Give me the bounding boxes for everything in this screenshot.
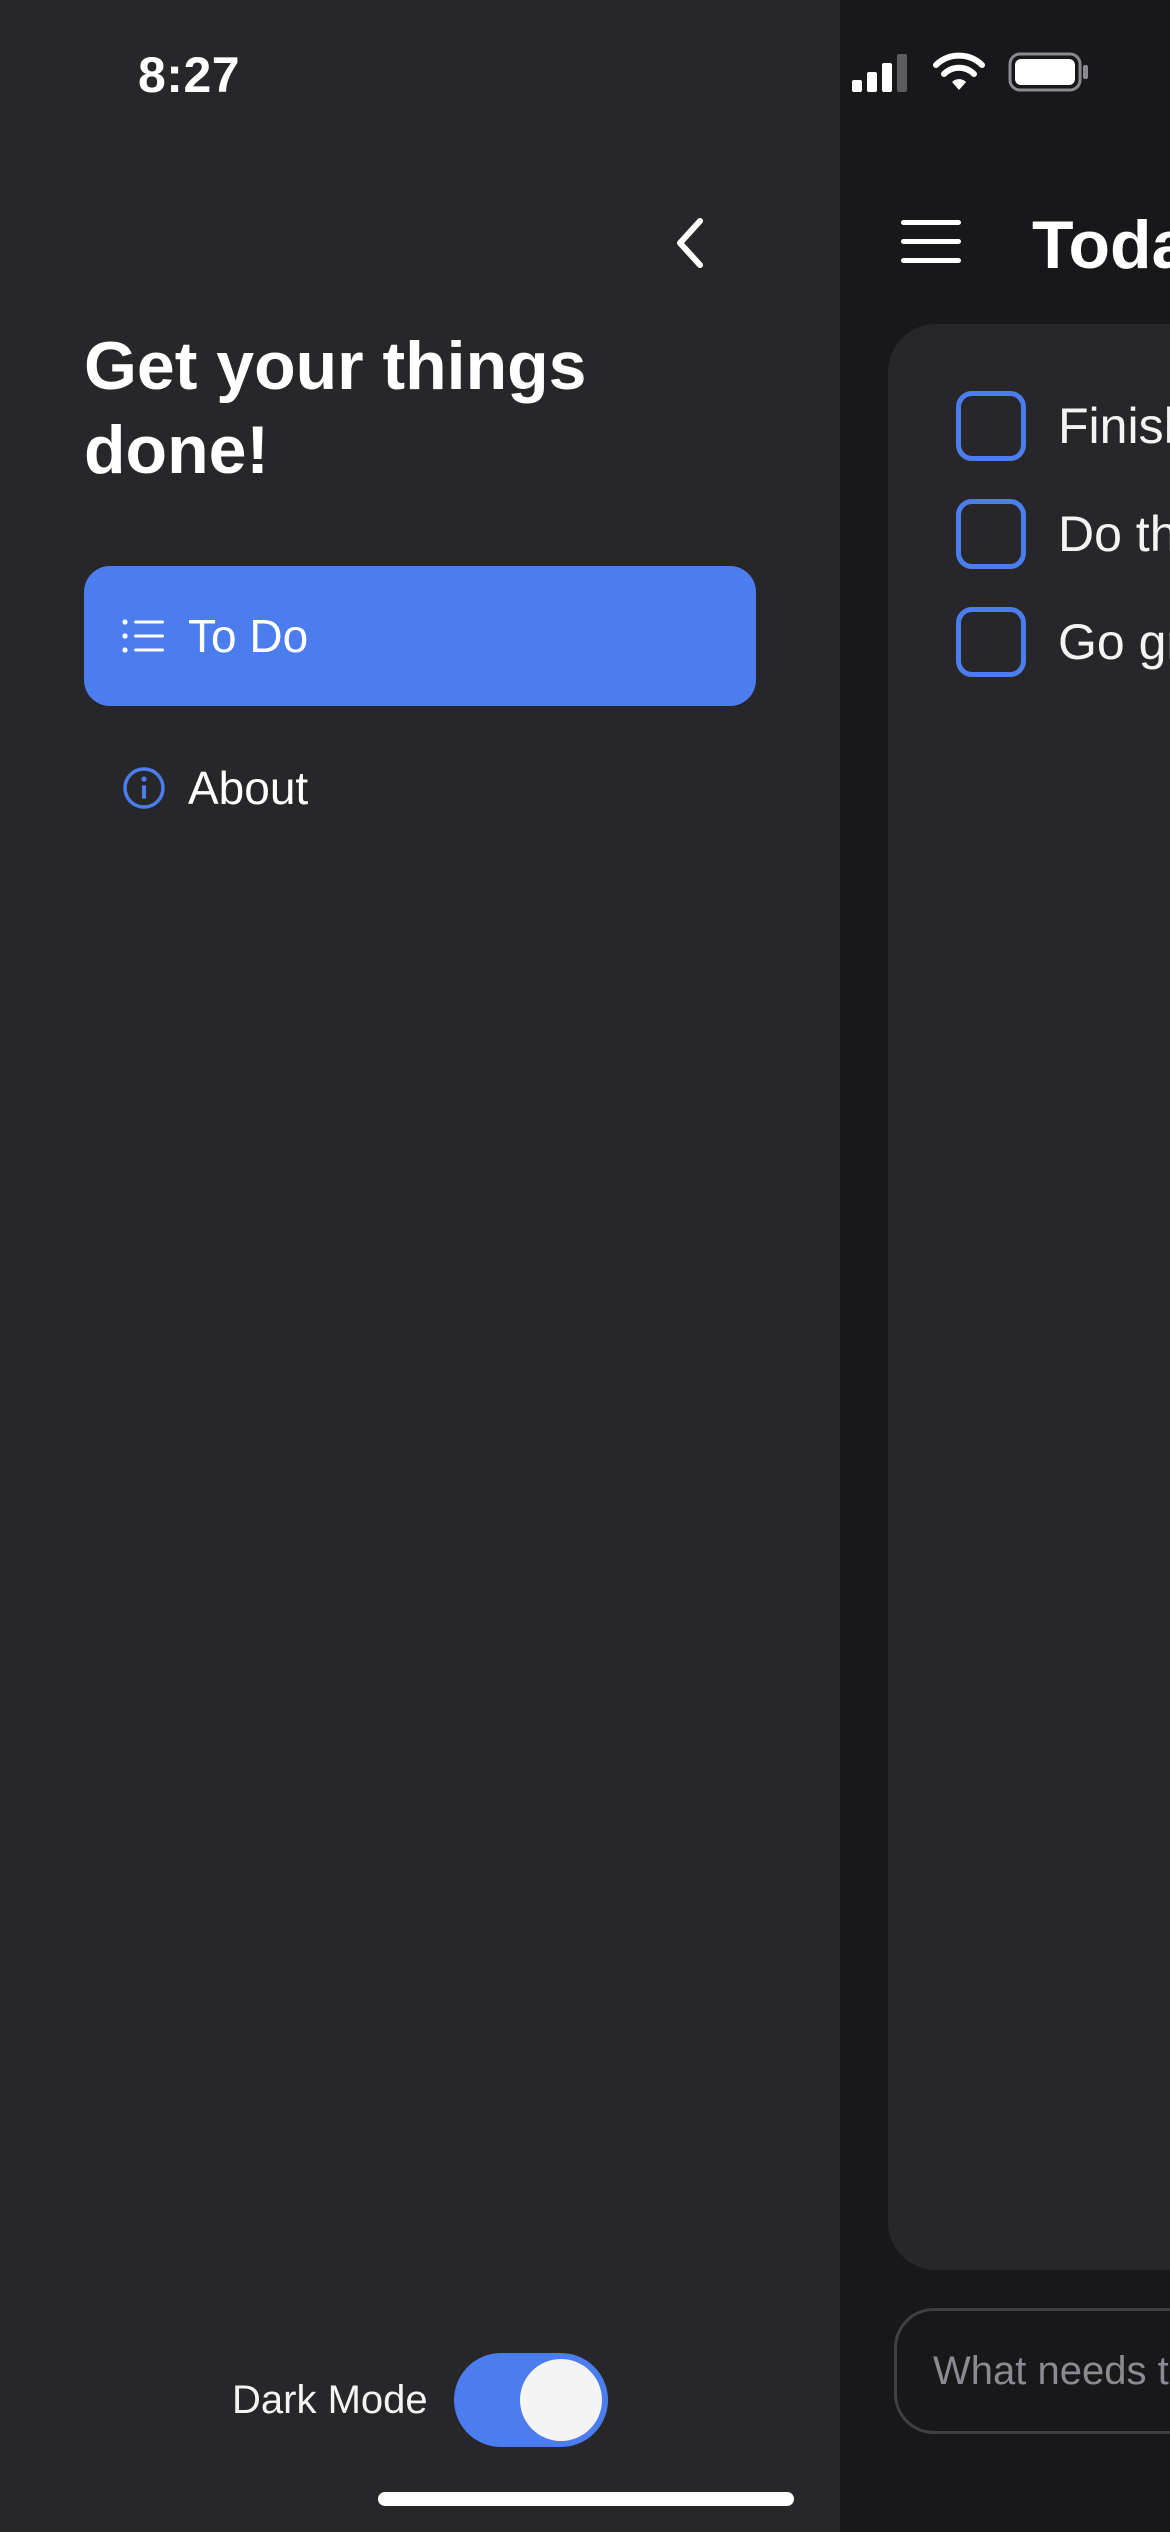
todo-checkbox[interactable] xyxy=(956,607,1026,677)
status-bar: 8:27 xyxy=(0,0,1170,150)
todo-checkbox[interactable] xyxy=(956,499,1026,569)
status-icons xyxy=(852,52,1090,97)
drawer-title: Get your things done! xyxy=(84,328,587,488)
info-icon xyxy=(122,766,166,810)
hamburger-menu-icon xyxy=(901,218,963,271)
menu-button[interactable] xyxy=(900,212,964,276)
todo-item[interactable]: Go gr xyxy=(956,606,1170,678)
dark-mode-toggle[interactable] xyxy=(453,2353,608,2447)
status-time: 8:27 xyxy=(138,47,241,103)
todo-text: Do th xyxy=(1058,506,1170,562)
todo-item[interactable]: Finish xyxy=(956,390,1170,462)
navigation-drawer: Get your things done! To Do About Dark M… xyxy=(0,0,840,2532)
page-title: Toda xyxy=(1032,207,1170,283)
main-screen: Toda Finish Do th Go gr xyxy=(840,0,1170,2532)
chevron-left-icon xyxy=(672,215,708,276)
new-todo-input[interactable] xyxy=(894,2308,1170,2434)
todo-checkbox[interactable] xyxy=(956,391,1026,461)
nav-item-label: To Do xyxy=(188,610,309,662)
dark-mode-label: Dark Mode xyxy=(232,2377,428,2422)
nav-item-about[interactable]: About xyxy=(84,718,756,858)
nav-item-todo[interactable]: To Do xyxy=(84,566,756,706)
dark-mode-setting: Dark Mode xyxy=(232,2352,608,2448)
list-icon xyxy=(122,614,166,658)
todo-item[interactable]: Do th xyxy=(956,498,1170,570)
nav-item-label: About xyxy=(188,762,309,814)
cellular-signal-icon xyxy=(852,52,910,97)
battery-icon xyxy=(1008,52,1090,97)
todo-text: Go gr xyxy=(1058,614,1170,670)
home-indicator xyxy=(378,2492,794,2506)
wifi-icon xyxy=(932,52,986,97)
toggle-knob xyxy=(519,2359,602,2441)
close-drawer-button[interactable] xyxy=(660,210,720,280)
todo-text: Finish xyxy=(1058,398,1170,454)
todo-list: Finish Do th Go gr xyxy=(888,324,1170,2270)
